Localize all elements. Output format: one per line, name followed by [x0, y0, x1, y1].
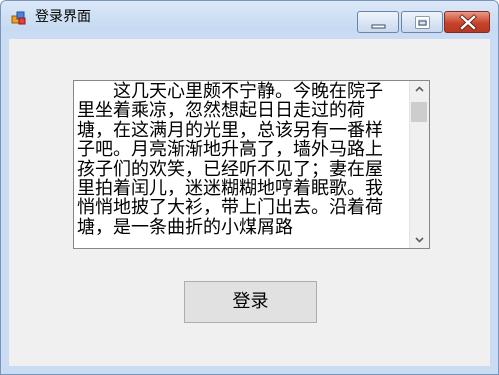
app-icon — [11, 10, 27, 26]
minimize-button[interactable] — [357, 11, 399, 33]
title-bar[interactable]: 登录界面 — [1, 1, 498, 33]
scroll-thumb[interactable] — [411, 102, 427, 122]
login-window: 登录界面 这几天心里颇不宁静。今晚在院子里坐着乘凉，忽然想起日日走过的荷塘，在这… — [0, 0, 499, 375]
multiline-textbox[interactable]: 这几天心里颇不宁静。今晚在院子里坐着乘凉，忽然想起日日走过的荷塘，在这满月的光里… — [73, 80, 430, 249]
vertical-scrollbar[interactable] — [409, 81, 429, 248]
maximize-icon — [415, 16, 430, 29]
login-button[interactable]: 登录 — [184, 281, 317, 323]
textbox-content[interactable]: 这几天心里颇不宁静。今晚在院子里坐着乘凉，忽然想起日日走过的荷塘，在这满月的光里… — [77, 82, 399, 237]
close-icon — [459, 14, 477, 31]
minimize-icon — [371, 24, 386, 29]
scroll-up-arrow-icon[interactable] — [410, 81, 429, 98]
close-button[interactable] — [444, 11, 490, 33]
client-area: 这几天心里颇不宁静。今晚在院子里坐着乘凉，忽然想起日日走过的荷塘，在这满月的光里… — [9, 39, 490, 366]
scroll-down-arrow-icon[interactable] — [410, 231, 429, 248]
maximize-button[interactable] — [401, 11, 443, 33]
window-title: 登录界面 — [35, 9, 91, 25]
